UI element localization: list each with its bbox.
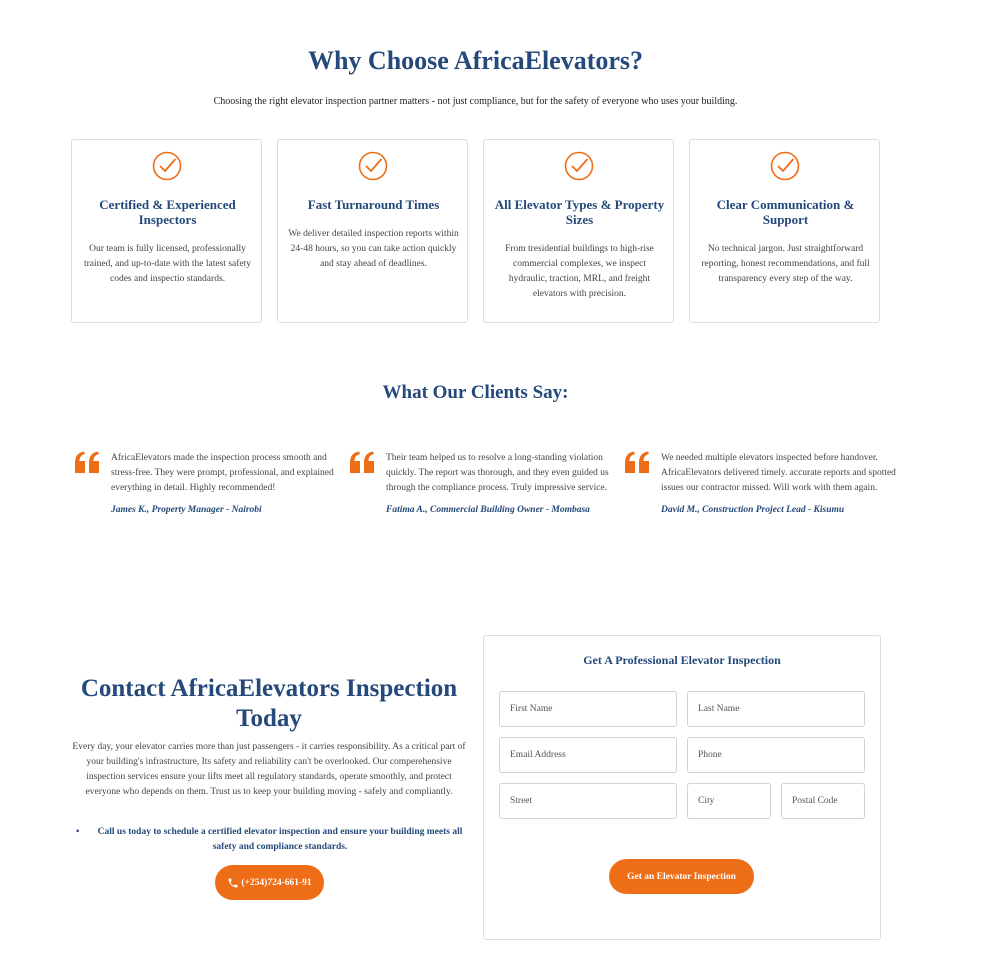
feature-card: Certified & Experienced Inspectors Our t…	[71, 139, 262, 323]
quote-icon	[625, 451, 649, 473]
testimonials-title: What Our Clients Say:	[382, 382, 569, 403]
why-choose-subtitle: Choosing the right elevator inspection p…	[213, 96, 738, 107]
testimonial: We needed multiple elevators inspected b…	[625, 451, 901, 515]
check-circle-icon	[358, 151, 388, 181]
feature-card-title: Fast Turnaround Times	[307, 197, 440, 212]
contact-bullet: • Call us today to schedule a certified …	[76, 825, 468, 855]
contact-description: Every day, your elevator carries more th…	[72, 742, 466, 797]
feature-card-title: Certified & Experienced Inspectors	[99, 197, 236, 227]
form-title: Get A Professional Elevator Inspection	[583, 653, 781, 667]
phone-icon	[228, 878, 238, 887]
call-button-label: (+254)724-661-91	[241, 877, 312, 888]
street-input[interactable]	[499, 783, 677, 819]
why-choose-title: Why Choose AfricaElevators?	[307, 46, 644, 75]
testimonial-text: Their team helped us to resolve a long-s…	[386, 453, 609, 493]
check-circle-icon	[152, 151, 182, 181]
testimonial: Their team helped us to resolve a long-s…	[350, 451, 626, 515]
feature-card-title: All Elevator Types & Property Sizes	[494, 197, 665, 227]
contact-title: Contact AfricaElevators Inspection Today	[80, 675, 458, 732]
feature-card-text: Our team is fully licensed, professional…	[84, 244, 251, 284]
feature-card-text: No technical jargon. Just straightforwar…	[701, 244, 870, 284]
feature-card-title: Clear Communication & Support	[716, 197, 855, 227]
testimonial-author: Fatima A., Commercial Building Owner - M…	[386, 505, 590, 515]
last-name-input[interactable]	[687, 691, 865, 727]
inspection-form: Get A Professional Elevator Inspection G…	[483, 635, 881, 940]
testimonial-text: AfricaElevators made the inspection proc…	[111, 453, 334, 493]
first-name-input[interactable]	[499, 691, 677, 727]
quote-icon	[350, 451, 374, 473]
testimonial-author: David M., Construction Project Lead - Ki…	[661, 505, 845, 515]
testimonial: AfricaElevators made the inspection proc…	[75, 451, 351, 515]
bullet-dot: •	[76, 827, 80, 837]
feature-card: Clear Communication & Support No technic…	[689, 139, 880, 323]
city-input[interactable]	[687, 783, 771, 819]
feature-card: All Elevator Types & Property Sizes From…	[483, 139, 674, 323]
submit-button[interactable]: Get an Elevator Inspection	[609, 859, 754, 894]
testimonial-text: We needed multiple elevators inspected b…	[661, 453, 896, 493]
check-circle-icon	[770, 151, 800, 181]
phone-input[interactable]	[687, 737, 865, 773]
feature-card-text: We deliver detailed inspection reports w…	[288, 229, 459, 269]
postal-code-input[interactable]	[781, 783, 865, 819]
feature-card: Fast Turnaround Times We deliver detaile…	[277, 139, 468, 323]
quote-icon	[75, 451, 99, 473]
check-circle-icon	[564, 151, 594, 181]
email-input[interactable]	[499, 737, 677, 773]
testimonial-author: James K., Property Manager - Nairobi	[111, 505, 262, 515]
contact-bullet-text: Call us today to schedule a certified el…	[97, 827, 463, 852]
call-button[interactable]: (+254)724-661-91	[215, 865, 324, 900]
feature-card-text: From tresidential buildings to high-rise…	[505, 244, 654, 299]
